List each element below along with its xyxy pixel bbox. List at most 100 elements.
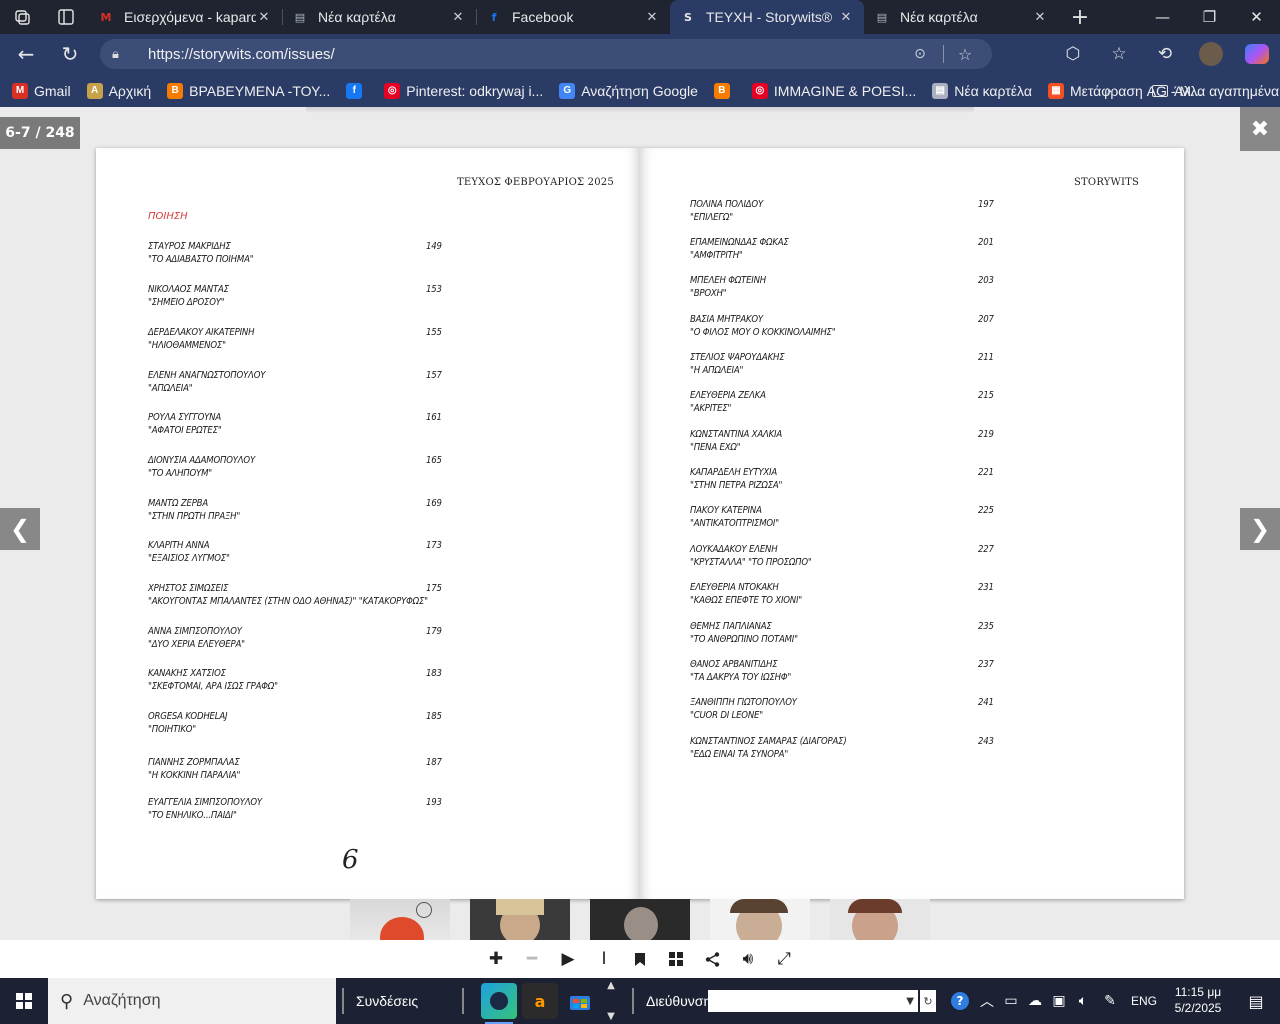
- more-bookmarks-chevron-icon[interactable]: ›: [1106, 74, 1126, 107]
- tab[interactable]: S ΤΕΥΧΗ - Storywits® ✕: [670, 0, 864, 34]
- address-toolbar-input[interactable]: ▼: [708, 990, 918, 1012]
- volume-tray-icon[interactable]: 🔈︎: [1072, 978, 1094, 1024]
- toc-title: "ΚΑΘΩΣ ΕΠΕΦΤΕ ΤΟ ΧΙΟΝΙ": [690, 595, 803, 606]
- thumbnail[interactable]: [590, 899, 690, 940]
- language-indicator[interactable]: ENG: [1126, 978, 1162, 1024]
- zoom-out-icon[interactable]: ━: [514, 949, 550, 969]
- thumbnail[interactable]: [350, 899, 450, 940]
- close-tab-icon[interactable]: ✕: [450, 10, 466, 25]
- autoplay-icon[interactable]: ▶: [550, 949, 586, 969]
- pen-icon[interactable]: ✎: [1098, 978, 1122, 1024]
- copilot-icon[interactable]: [1245, 44, 1269, 64]
- fullscreen-icon[interactable]: ⤢: [766, 949, 802, 969]
- other-favorites-folder[interactable]: Άλλα αγαπημένα: [1152, 74, 1279, 107]
- back-icon[interactable]: ←: [6, 34, 46, 74]
- dropdown-chevron-icon[interactable]: ▼: [906, 996, 914, 1007]
- flipbook-viewer: 6-7 / 248 ✖ ❮ ❯ ΤΕΥΧΟΣ ΦΕΒΡΟΥΑΡΙΟΣ 2025 …: [0, 107, 1280, 978]
- vertical-tabs-icon[interactable]: [44, 0, 88, 34]
- address-bar[interactable]: 🔒︎ https://storywits.com/issues/ ⊙ ☆: [100, 39, 992, 69]
- bookmark-item[interactable]: ◎ IMMAGINE & POESI...: [751, 82, 916, 99]
- toolbar-grip[interactable]: [632, 988, 634, 1014]
- notifications-icon[interactable]: ▤: [1232, 978, 1280, 1024]
- minimize-icon[interactable]: —: [1139, 0, 1186, 34]
- thumbnail[interactable]: [710, 899, 810, 940]
- amazon-taskbar-icon[interactable]: a: [522, 983, 558, 1019]
- close-viewer-icon[interactable]: ✖: [1240, 107, 1280, 151]
- toc-page-number: 187: [426, 757, 442, 768]
- toc-author: ΘΕΜΗΣ ΠΑΠΛΙΑΝΑΣ: [690, 621, 772, 632]
- more-actions-icon[interactable]: ⊙: [903, 46, 937, 62]
- lock-icon[interactable]: 🔒︎: [112, 47, 138, 62]
- meet-now-icon[interactable]: ▣: [1048, 978, 1070, 1024]
- bookmark-item[interactable]: G Αναζήτηση Google: [559, 82, 698, 99]
- connections-toolbar[interactable]: Συνδέσεις: [356, 978, 418, 1024]
- toc-author: ΘΑΝΟΣ ΑΡΒΑΝΙΤΙΔΗΣ: [690, 659, 778, 670]
- previous-page-icon[interactable]: ❮: [0, 508, 40, 550]
- toc-title: "ΚΡΥΣΤΑΛΛΑ" "ΤΟ ΠΡΟΣΩΠΟ": [690, 557, 812, 568]
- taskbar-search[interactable]: ⚲ Αναζήτηση: [48, 978, 336, 1024]
- onedrive-icon[interactable]: ☁︎: [1024, 978, 1046, 1024]
- tab[interactable]: ▤ Νέα καρτέλα ✕: [282, 0, 476, 34]
- toolbar-grip[interactable]: [462, 988, 464, 1014]
- bookmark-item[interactable]: B ΒΡΑΒΕΥΜΕΝΑ -ΤΟΥ...: [167, 82, 330, 99]
- volume-icon[interactable]: 🔊︎: [730, 949, 766, 969]
- toc-title: "ΕΔΩ ΕΙΝΑΙ ΤΑ ΣΥΝΟΡΑ": [690, 749, 789, 760]
- close-tab-icon[interactable]: ✕: [256, 10, 272, 25]
- favorite-star-icon[interactable]: ☆: [950, 45, 980, 64]
- close-tab-icon[interactable]: ✕: [838, 10, 854, 25]
- thumbnail[interactable]: [470, 899, 570, 940]
- thumbnail[interactable]: [830, 899, 930, 940]
- bookmark-item[interactable]: ◎ Pinterest: odkrywaj i...: [384, 82, 543, 99]
- toc-title: "ΠΟΙΗΤΙΚΟ": [148, 724, 197, 735]
- history-icon[interactable]: ⟲: [1142, 44, 1188, 64]
- browser-tab-strip: MΕισερχόμενα - kapardeli@✕▤Νέα καρτέλα✕f…: [0, 0, 1280, 34]
- address-go-icon[interactable]: ↻: [920, 990, 936, 1012]
- url-text[interactable]: https://storywits.com/issues/: [148, 46, 903, 63]
- network-icon[interactable]: ▭: [1000, 978, 1022, 1024]
- bookmark-icon[interactable]: [622, 952, 658, 967]
- page-counter: 6-7 / 248: [0, 117, 80, 149]
- close-tab-icon[interactable]: ✕: [1032, 10, 1048, 25]
- start-button[interactable]: [0, 978, 48, 1024]
- grid-view-icon[interactable]: [658, 951, 694, 967]
- toolbar-grip[interactable]: [342, 988, 344, 1014]
- toc-page-number: 243: [978, 736, 994, 747]
- text-select-icon[interactable]: Ι: [586, 949, 622, 969]
- favorites-icon[interactable]: ☆: [1096, 44, 1142, 64]
- restore-icon[interactable]: ❐: [1186, 0, 1233, 34]
- right-page[interactable]: STORYWITS ΠΟΛΙΝΑ ΠΟΛΙΔΟΥ "ΕΠΙΛΕΓΩ" 197 ΕΠΑΜ…: [640, 148, 1184, 899]
- close-window-icon[interactable]: ✕: [1233, 0, 1280, 34]
- bookmark-item[interactable]: ▤ Νέα καρτέλα: [932, 82, 1032, 99]
- left-page[interactable]: ΤΕΥΧΟΣ ΦΕΒΡΟΥΑΡΙΟΣ 2025 ΠΟΙΗΣΗ ΣΤΑΥΡΟΣ Μ…: [96, 148, 640, 899]
- close-tab-icon[interactable]: ✕: [644, 10, 660, 25]
- clock[interactable]: 11:15 μμ 5/2/2025: [1168, 984, 1228, 1016]
- edge-taskbar-icon[interactable]: [481, 983, 517, 1024]
- taskbar-scroll[interactable]: ▲ ▼: [604, 980, 618, 1022]
- show-hidden-icons-icon[interactable]: ︿: [976, 978, 998, 1024]
- bookmark-item[interactable]: A Αρχική: [86, 82, 152, 99]
- tab[interactable]: f Facebook ✕: [476, 0, 670, 34]
- help-icon[interactable]: ?: [948, 978, 972, 1024]
- workspaces-icon[interactable]: [0, 0, 44, 34]
- refresh-icon[interactable]: ↻: [50, 34, 90, 74]
- zoom-in-icon[interactable]: ✚: [478, 949, 514, 969]
- tab[interactable]: ▤ Νέα καρτέλα ✕: [864, 0, 1058, 34]
- toc-author: ΕΠΑΜΕΙΝΩΝΔΑΣ ΦΩΚΑΣ: [690, 237, 789, 248]
- bookmark-item[interactable]: f: [346, 82, 368, 99]
- toc-author: ORGESA KODHELAJ: [148, 711, 228, 722]
- extensions-icon[interactable]: ⬡: [1050, 44, 1096, 64]
- toc-entry: ΘΕΜΗΣ ΠΑΠΛΙΑΝΑΣ "ΤΟ ΑΝΘΡΩΠΙΝΟ ΠΟΤΑΜΙ" 235: [690, 620, 1008, 646]
- store-taskbar-icon[interactable]: [562, 983, 598, 1019]
- bookmark-item[interactable]: M Gmail: [12, 82, 71, 99]
- bookmark-item[interactable]: B: [713, 82, 736, 99]
- toc-author: ΚΩΝΣΤΑΝΤΙΝΟΣ ΣΑΜΑΡΑΣ (ΔΙΑΓΟΡΑΣ): [690, 736, 847, 747]
- toc-author: ΠΑΚΟΥ ΚΑΤΕΡΙΝΑ: [690, 505, 762, 516]
- newtab-page-icon: ▤: [876, 10, 888, 24]
- next-page-icon[interactable]: ❯: [1240, 508, 1280, 550]
- new-tab-button[interactable]: +: [1058, 0, 1102, 34]
- share-icon[interactable]: [694, 951, 730, 967]
- bookmark-label: Αρχική: [108, 82, 152, 99]
- tab[interactable]: M Εισερχόμενα - kapardeli@✕: [88, 0, 282, 34]
- toc-entry: ΚΩΝΣΤΑΝΤΙΝΟΣ ΣΑΜΑΡΑΣ (ΔΙΑΓΟΡΑΣ) "ΕΔΩ ΕΙΝΑ…: [690, 735, 1008, 761]
- profile-avatar[interactable]: [1199, 42, 1223, 66]
